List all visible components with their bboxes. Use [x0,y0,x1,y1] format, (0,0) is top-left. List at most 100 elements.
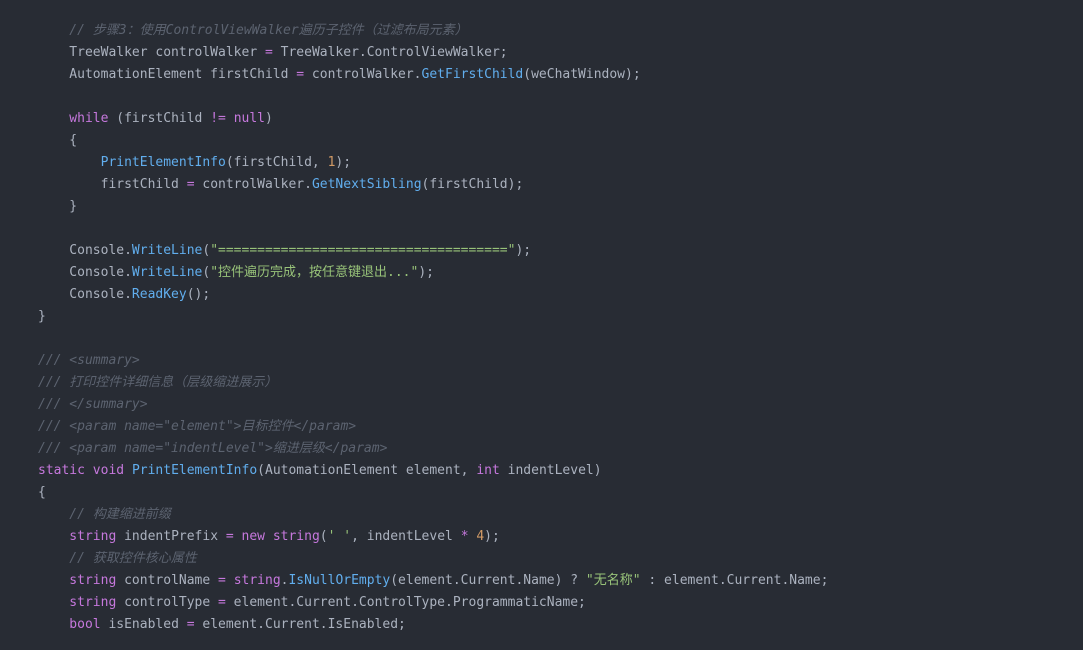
code-token-operator: = [186,177,195,192]
code-token-operator: = [186,617,195,632]
code-token-keyword: string [38,595,117,610]
code-token-operator: = [225,529,234,544]
code-token-plain: TreeWalker.ControlViewWalker; [272,45,508,60]
code-token-plain: ); [418,265,434,280]
code-token-plain: (firstChild); [421,177,524,192]
code-token-plain: indentLevel) [499,463,602,478]
code-line: } [0,306,1083,328]
code-token-method: WriteLine [131,243,203,258]
code-token-plain: controlType [116,595,219,610]
code-token-plain: Console. [38,243,132,258]
code-token-method: GetNextSibling [311,177,422,192]
code-line: /// 打印控件详细信息（层级缩进展示） [0,372,1083,394]
code-token-plain: (firstChild [108,111,211,126]
code-line: string controlType = element.Current.Con… [0,592,1083,614]
code-token-plain: element.Current.ControlType.Programmatic… [225,595,586,610]
code-token-plain: isEnabled [100,617,187,632]
code-token-plain: indentPrefix [116,529,226,544]
code-token-comment: /// 打印控件详细信息（层级缩进展示） [38,375,278,390]
code-line: } [0,196,1083,218]
code-token-operator: = [296,67,305,82]
code-token-plain: ); [515,243,532,258]
code-token-plain: { [38,485,46,500]
code-line: firstChild = controlWalker.GetNextSiblin… [0,174,1083,196]
code-token-method: PrintElementInfo [131,463,258,478]
code-line: PrintElementInfo(firstChild, 1); [0,152,1083,174]
code-token-operator: * [460,529,469,544]
code-token-comment: /// <param name="element">目标控件</param> [38,419,357,434]
code-token-plain: } [38,199,78,214]
code-token-comment: /// </summary> [38,397,148,412]
code-token-plain: Console. [38,287,132,302]
code-token-plain: (firstChild, [225,155,328,170]
code-token-keyword: void [92,463,125,478]
code-line: // 构建缩进前缀 [0,504,1083,526]
code-token-plain: (weChatWindow); [523,67,641,82]
code-token-comment: // 步骤3：使用ControlViewWalker遍历子控件（过滤布局元素） [38,23,468,38]
code-token-keyword: string [38,573,117,588]
code-line: // 获取控件核心属性 [0,548,1083,570]
code-token-plain: (element.Current.Name) ? [390,573,586,588]
code-line: /// <param name="element">目标控件</param> [0,416,1083,438]
code-line: /// </summary> [0,394,1083,416]
code-token-plain: , indentLevel [351,529,461,544]
code-token-keyword: int [476,463,500,478]
code-token-operator: = [264,45,273,60]
code-token-plain: (); [186,287,211,302]
code-token-plain: Console. [38,265,132,280]
code-token-operator: = [218,595,226,610]
code-token-keyword: bool [38,617,101,632]
code-token-plain: controlWalker. [194,177,312,192]
code-line: bool isEnabled = element.Current.IsEnabl… [0,614,1083,636]
code-token-keyword: string [272,529,320,544]
code-token-string: "控件遍历完成，按任意键退出..." [210,265,419,280]
code-token-string: "=====================================" [210,243,516,258]
code-token-plain: ); [335,155,352,170]
code-token-plain: TreeWalker controlWalker [38,45,265,60]
code-line: { [0,482,1083,504]
code-token-comment: /// <param name="indentLevel">缩进层级</para… [38,441,388,456]
code-token-plain: element.Current.IsEnabled; [194,617,406,632]
code-token-plain: ) [265,111,273,126]
code-token-plain: (AutomationElement element, [257,463,477,478]
code-line: AutomationElement firstChild = controlWa… [0,64,1083,86]
code-token-plain: AutomationElement firstChild [38,67,297,82]
code-token-operator: = [218,573,226,588]
code-token-plain: } [38,309,46,324]
code-token-plain: { [38,133,78,148]
code-line: static void PrintElementInfo(AutomationE… [0,460,1083,482]
code-token-method: WriteLine [131,265,203,280]
code-line: while (firstChild != null) [0,108,1083,130]
code-token-plain: controlName [116,573,219,588]
code-token-method: PrintElementInfo [38,155,226,170]
code-line: /// <summary> [0,350,1083,372]
code-line: Console.ReadKey(); [0,284,1083,306]
code-token-method: ReadKey [131,287,187,302]
code-token-number: 4 [476,529,485,544]
code-viewer: // 步骤3：使用ControlViewWalker遍历子控件（过滤布局元素） … [0,0,1083,650]
code-token-keyword: while [38,111,109,126]
code-token-plain: controlWalker. [304,67,422,82]
code-token-keyword: string [233,573,281,588]
code-token-comment: // 构建缩进前缀 [38,507,171,522]
code-token-plain: ); [484,529,500,544]
code-token-plain: ( [319,529,328,544]
code-token-keyword: string [38,529,117,544]
code-token-method: IsNullOrEmpty [288,573,391,588]
code-token-keyword: null [233,111,265,126]
code-token-operator: != [210,111,226,126]
code-token-comment: /// <summary> [38,353,140,368]
code-token-plain: firstChild [38,177,187,192]
code-line: /// <param name="indentLevel">缩进层级</para… [0,438,1083,460]
code-token-method: GetFirstChild [421,67,524,82]
code-line: Console.WriteLine("控件遍历完成，按任意键退出..."); [0,262,1083,284]
